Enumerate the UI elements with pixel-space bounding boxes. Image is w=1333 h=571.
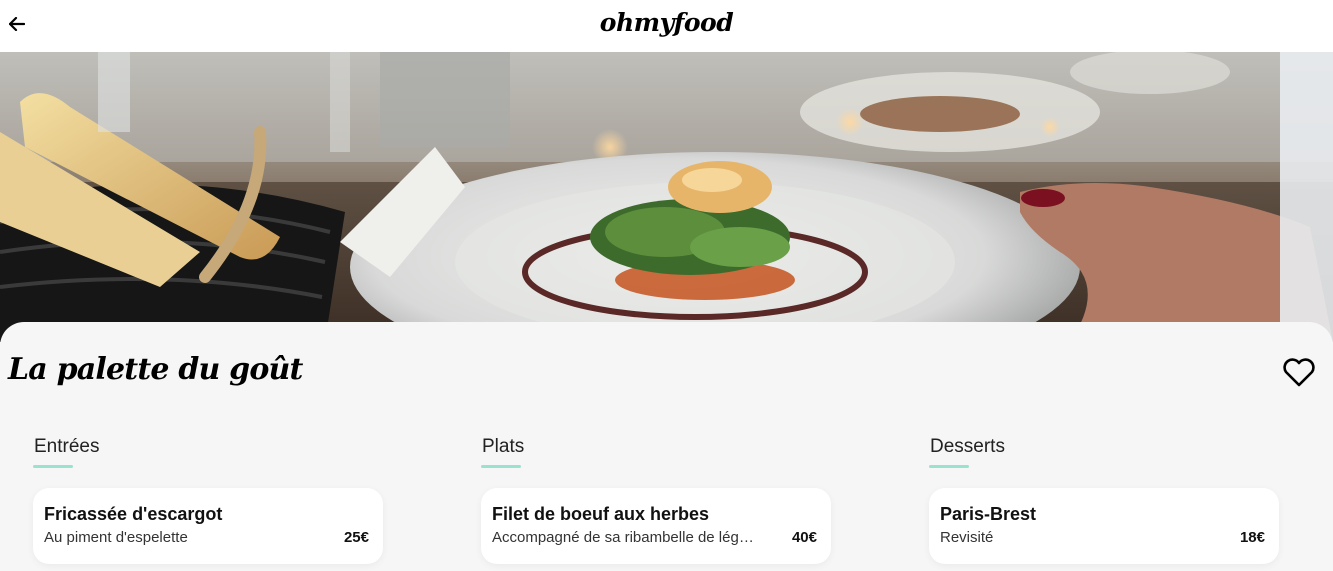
dish-name: Fricassée d'escargot (44, 504, 223, 524)
dish-price: 18€ (1239, 529, 1265, 546)
dish-description: Revisité (940, 529, 994, 546)
dish-card[interactable]: Filet de boeuf aux herbes Accompagné de … (481, 488, 831, 564)
section-underline (481, 465, 521, 468)
restaurant-title: La palette du goût (8, 352, 303, 387)
brand-logo[interactable]: ohmyfood (600, 8, 734, 37)
section-underline (33, 465, 73, 468)
dish-name: Paris-Brest (940, 504, 1037, 524)
menu-section-plats: Plats Filet de boeuf aux herbes Accompag… (481, 436, 831, 564)
dish-description: Au piment d'espelette (44, 529, 188, 546)
heart-outline-icon (1283, 358, 1315, 387)
dish-card[interactable]: Fricassée d'escargot Au piment d'espelet… (33, 488, 383, 564)
dish-name: Filet de boeuf aux herbes (492, 504, 710, 524)
hero-image (0, 52, 1333, 342)
section-heading: Plats (482, 436, 525, 457)
restaurant-content: La palette du goût Entrées Fricassée d'e… (0, 322, 1333, 571)
section-heading: Desserts (930, 436, 1005, 457)
section-underline (929, 465, 969, 468)
top-bar: ohmyfood (0, 0, 1333, 52)
menu-section-entrees: Entrées Fricassée d'escargot Au piment d… (33, 436, 383, 564)
section-heading: Entrées (34, 436, 100, 457)
dish-card[interactable]: Paris-Brest Revisité 18€ (929, 488, 1279, 564)
back-button[interactable] (8, 14, 26, 34)
favorite-button[interactable] (1282, 358, 1316, 388)
menu-section-desserts: Desserts Paris-Brest Revisité 18€ (929, 436, 1279, 564)
arrow-left-icon (9, 17, 25, 31)
dish-price: 25€ (343, 529, 369, 546)
dish-price: 40€ (791, 529, 817, 546)
dish-description: Accompagné de sa ribambelle de légumes (492, 529, 762, 546)
